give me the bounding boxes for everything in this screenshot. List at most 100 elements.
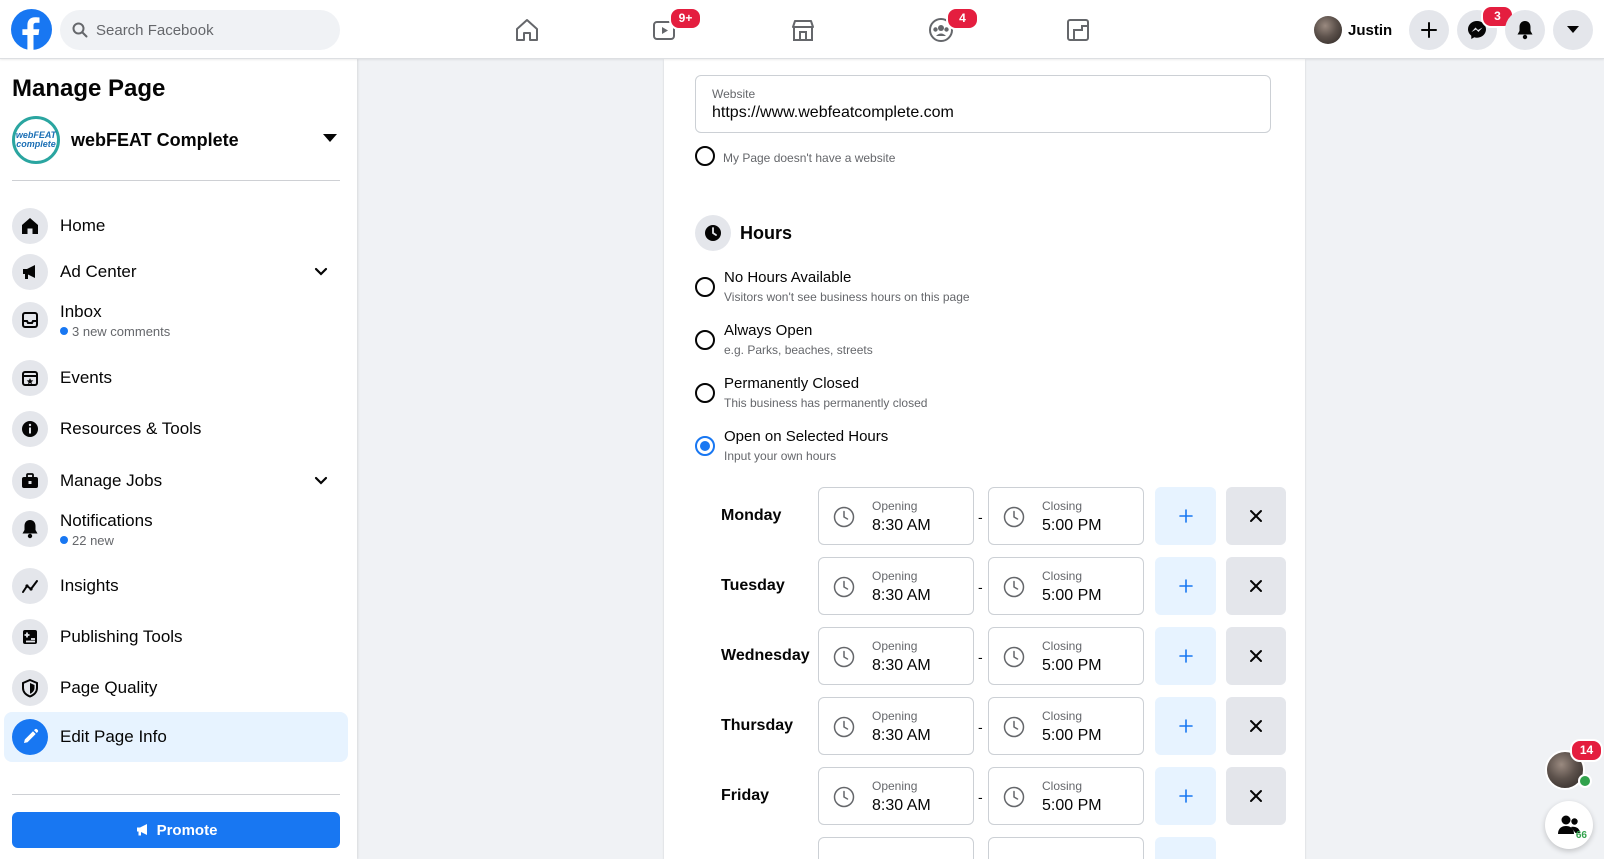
sidebar-item-label: Page Quality: [60, 678, 158, 697]
page-logo: webFEAT complete: [12, 116, 60, 164]
close-icon: [1250, 790, 1262, 802]
day-name: Monday: [721, 507, 782, 524]
watch-badge: 9+: [669, 7, 702, 30]
sidebar-item-home[interactable]: Home: [4, 201, 348, 251]
no-hours-radio[interactable]: [695, 276, 715, 297]
day-name: Friday: [721, 787, 770, 804]
closing-time-field[interactable]: [988, 837, 1144, 859]
website-field-label: Website: [712, 87, 756, 101]
notifications-button[interactable]: [1505, 10, 1545, 50]
sidebar-item-subtext: 22 new: [60, 533, 153, 548]
opening-label: Opening: [872, 709, 918, 723]
promote-button[interactable]: Promote: [12, 812, 340, 848]
closing-time-field[interactable]: Closing 5:00 PM: [988, 487, 1144, 545]
opening-time-field[interactable]: [818, 837, 974, 859]
inbox-icon: [12, 302, 48, 338]
opening-time-field[interactable]: Opening 8:30 AM: [818, 697, 974, 755]
opening-time-field[interactable]: Opening 8:30 AM: [818, 557, 974, 615]
sidebar-item-events[interactable]: Events: [4, 353, 348, 403]
sidebar-item-insights[interactable]: Insights: [4, 561, 348, 611]
sidebar-item-ad-center[interactable]: Ad Center: [4, 247, 348, 297]
always-open-radio[interactable]: [695, 329, 715, 350]
divider: [12, 180, 340, 181]
website-field-value[interactable]: https://www.webfeatcomplete.com: [712, 104, 954, 122]
add-hours-button[interactable]: [1155, 627, 1216, 685]
divider: [12, 794, 340, 795]
clock-icon: [1003, 646, 1025, 668]
opening-time-field[interactable]: Opening 8:30 AM: [818, 487, 974, 545]
time-separator: -: [978, 579, 983, 595]
sidebar-item-label: Ad Center: [60, 262, 137, 281]
marketplace-nav-icon[interactable]: [783, 10, 823, 50]
chevron-down-icon[interactable]: [314, 265, 328, 279]
hours-option-always-open[interactable]: Always Open e.g. Parks, beaches, streets: [695, 322, 873, 357]
add-hours-button[interactable]: [1155, 697, 1216, 755]
sidebar-item-notifications[interactable]: Notifications 22 new: [4, 504, 348, 554]
contacts-count: 66: [1575, 830, 1587, 841]
chevron-down-icon[interactable]: [314, 474, 328, 488]
closing-time-value: 5:00 PM: [1042, 727, 1102, 744]
inbox-new-comments: 3 new comments: [72, 323, 171, 339]
closing-time-field[interactable]: Closing 5:00 PM: [988, 627, 1144, 685]
opening-label: Opening: [872, 569, 918, 583]
website-field[interactable]: Website https://www.webfeatcomplete.com: [695, 75, 1271, 133]
selected-hours-radio[interactable]: [695, 435, 715, 456]
add-hours-button[interactable]: [1155, 557, 1216, 615]
facebook-logo-icon[interactable]: [11, 9, 52, 50]
hours-option-permanently-closed[interactable]: Permanently Closed This business has perm…: [695, 375, 927, 410]
closing-time-field[interactable]: Closing 5:00 PM: [988, 557, 1144, 615]
account-menu-button[interactable]: [1553, 10, 1593, 50]
time-separator: -: [978, 719, 983, 735]
plus-icon: [1178, 579, 1193, 593]
remove-hours-button[interactable]: [1226, 767, 1286, 825]
sidebar-item-page-quality[interactable]: Page Quality: [4, 663, 348, 713]
profile-button[interactable]: Justin: [1314, 14, 1392, 46]
watch-nav-icon[interactable]: 9+: [645, 7, 702, 50]
hours-option-no-hours[interactable]: No Hours Available Visitors won't see bus…: [695, 269, 970, 304]
opening-time-field[interactable]: Opening 8:30 AM: [818, 627, 974, 685]
no-website-radio[interactable]: [695, 146, 715, 166]
option-description: Input your own hours: [724, 449, 837, 463]
groups-badge: 4: [946, 7, 979, 30]
closing-time-field[interactable]: Closing 5:00 PM: [988, 767, 1144, 825]
sidebar-title: Manage Page: [12, 75, 166, 102]
page-selector[interactable]: webFEAT complete webFEAT Complete: [12, 116, 340, 164]
no-website-option[interactable]: My Page doesn't have a website: [695, 146, 895, 166]
create-button[interactable]: [1409, 10, 1449, 50]
sidebar-item-manage-jobs[interactable]: Manage Jobs: [4, 456, 348, 506]
calendar-star-icon: [12, 360, 48, 396]
option-description: This business has permanently closed: [724, 396, 928, 410]
contacts-button[interactable]: 66: [1545, 801, 1593, 849]
search-input[interactable]: [96, 21, 316, 39]
groups-nav-icon[interactable]: 4: [921, 7, 979, 50]
remove-hours-button[interactable]: [1226, 487, 1286, 545]
sidebar-item-resources-tools[interactable]: Resources & Tools: [4, 404, 348, 454]
time-separator: -: [978, 509, 983, 525]
sidebar-item-label: Edit Page Info: [60, 727, 167, 746]
search-bar[interactable]: [60, 10, 340, 50]
time-separator: -: [978, 649, 983, 665]
option-title: Permanently Closed: [724, 375, 860, 392]
opening-label: Opening: [872, 499, 918, 513]
add-hours-button[interactable]: [1155, 487, 1216, 545]
add-hours-button[interactable]: [1155, 837, 1216, 859]
remove-hours-button[interactable]: [1226, 627, 1286, 685]
close-icon: [1250, 720, 1262, 732]
closing-time-value: 5:00 PM: [1042, 517, 1102, 534]
remove-hours-button[interactable]: [1226, 697, 1286, 755]
permanently-closed-radio[interactable]: [695, 382, 715, 403]
closing-time-field[interactable]: Closing 5:00 PM: [988, 697, 1144, 755]
remove-hours-button[interactable]: [1226, 557, 1286, 615]
hours-option-selected-hours[interactable]: Open on Selected Hours Input your own hou…: [695, 428, 888, 463]
home-nav-icon[interactable]: [507, 10, 547, 50]
closing-time-value: 5:00 PM: [1042, 797, 1102, 814]
sidebar-item-label: Publishing Tools: [60, 627, 183, 646]
sidebar-item-edit-page-info[interactable]: Edit Page Info: [4, 712, 348, 762]
add-hours-button[interactable]: [1155, 767, 1216, 825]
clock-icon: [833, 786, 855, 808]
gaming-nav-icon[interactable]: [1058, 10, 1098, 50]
sidebar-item-inbox[interactable]: Inbox 3 new comments: [4, 295, 348, 345]
opening-time-field[interactable]: Opening 8:30 AM: [818, 767, 974, 825]
messenger-button[interactable]: 3: [1457, 5, 1514, 50]
sidebar-item-publishing-tools[interactable]: Publishing Tools: [4, 612, 348, 662]
